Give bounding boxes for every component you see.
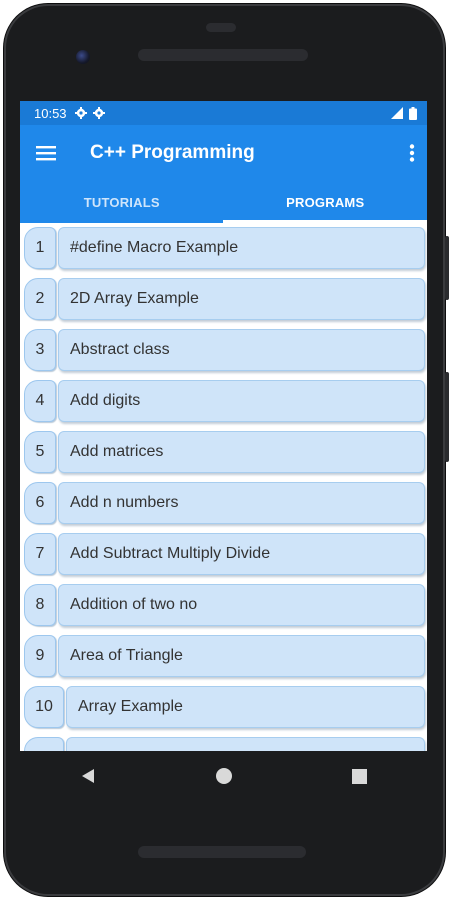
- front-camera: [76, 50, 90, 64]
- list-item-partial[interactable]: [20, 733, 427, 751]
- front-sensor: [206, 23, 236, 32]
- list-item[interactable]: 10 Array Example: [20, 682, 427, 733]
- item-number: 5: [24, 431, 56, 473]
- item-number: 1: [24, 227, 56, 269]
- tab-tutorials[interactable]: TUTORIALS: [20, 181, 224, 223]
- item-title[interactable]: [66, 737, 425, 751]
- tab-programs[interactable]: PROGRAMS: [224, 181, 428, 223]
- back-triangle-icon[interactable]: [80, 768, 96, 784]
- list-item[interactable]: 3 Abstract class: [20, 325, 427, 376]
- item-title[interactable]: Addition of two no: [58, 584, 425, 626]
- recents-square-icon[interactable]: [352, 768, 368, 784]
- list-item[interactable]: 5 Add matrices: [20, 427, 427, 478]
- item-title[interactable]: #define Macro Example: [58, 227, 425, 269]
- item-title[interactable]: Array Example: [66, 686, 425, 728]
- system-nav-bar: [20, 751, 427, 801]
- hamburger-menu-icon[interactable]: [36, 145, 56, 161]
- gear-icon: [92, 107, 105, 119]
- bottom-speaker: [138, 846, 306, 858]
- status-bar: 10:53: [20, 101, 427, 125]
- volume-button[interactable]: [445, 372, 449, 462]
- item-title[interactable]: 2D Array Example: [58, 278, 425, 320]
- item-number: 4: [24, 380, 56, 422]
- more-vert-icon[interactable]: [409, 144, 415, 162]
- list-item[interactable]: 9 Area of Triangle: [20, 631, 427, 682]
- item-number: 7: [24, 533, 56, 575]
- item-number: 9: [24, 635, 56, 677]
- item-number: 2: [24, 278, 56, 320]
- signal-icon: [391, 107, 403, 119]
- item-title[interactable]: Add digits: [58, 380, 425, 422]
- item-title[interactable]: Abstract class: [58, 329, 425, 371]
- list-item[interactable]: 8 Addition of two no: [20, 580, 427, 631]
- item-title[interactable]: Add n numbers: [58, 482, 425, 524]
- item-title[interactable]: Add Subtract Multiply Divide: [58, 533, 425, 575]
- phone-screen: 10:53 C++ Programming TUTORIALS PROGRAMS…: [20, 101, 427, 751]
- item-title[interactable]: Add matrices: [58, 431, 425, 473]
- item-number: 6: [24, 482, 56, 524]
- item-number: [24, 737, 64, 751]
- list-item[interactable]: 6 Add n numbers: [20, 478, 427, 529]
- gear-icon: [74, 107, 87, 119]
- app-title: C++ Programming: [90, 142, 255, 163]
- list-item[interactable]: 7 Add Subtract Multiply Divide: [20, 529, 427, 580]
- list-item[interactable]: 2 2D Array Example: [20, 274, 427, 325]
- item-title[interactable]: Area of Triangle: [58, 635, 425, 677]
- tab-bar: TUTORIALS PROGRAMS: [20, 181, 427, 223]
- earpiece-speaker: [138, 49, 308, 61]
- programs-list[interactable]: 1 #define Macro Example 2 2D Array Examp…: [20, 223, 427, 751]
- item-number: 10: [24, 686, 64, 728]
- home-circle-icon[interactable]: [215, 767, 233, 785]
- battery-icon: [409, 106, 417, 120]
- power-button[interactable]: [445, 236, 449, 300]
- status-time: 10:53: [34, 105, 67, 121]
- item-number: 8: [24, 584, 56, 626]
- list-item[interactable]: 4 Add digits: [20, 376, 427, 427]
- item-number: 3: [24, 329, 56, 371]
- list-item[interactable]: 1 #define Macro Example: [20, 223, 427, 274]
- app-bar: C++ Programming: [20, 125, 427, 181]
